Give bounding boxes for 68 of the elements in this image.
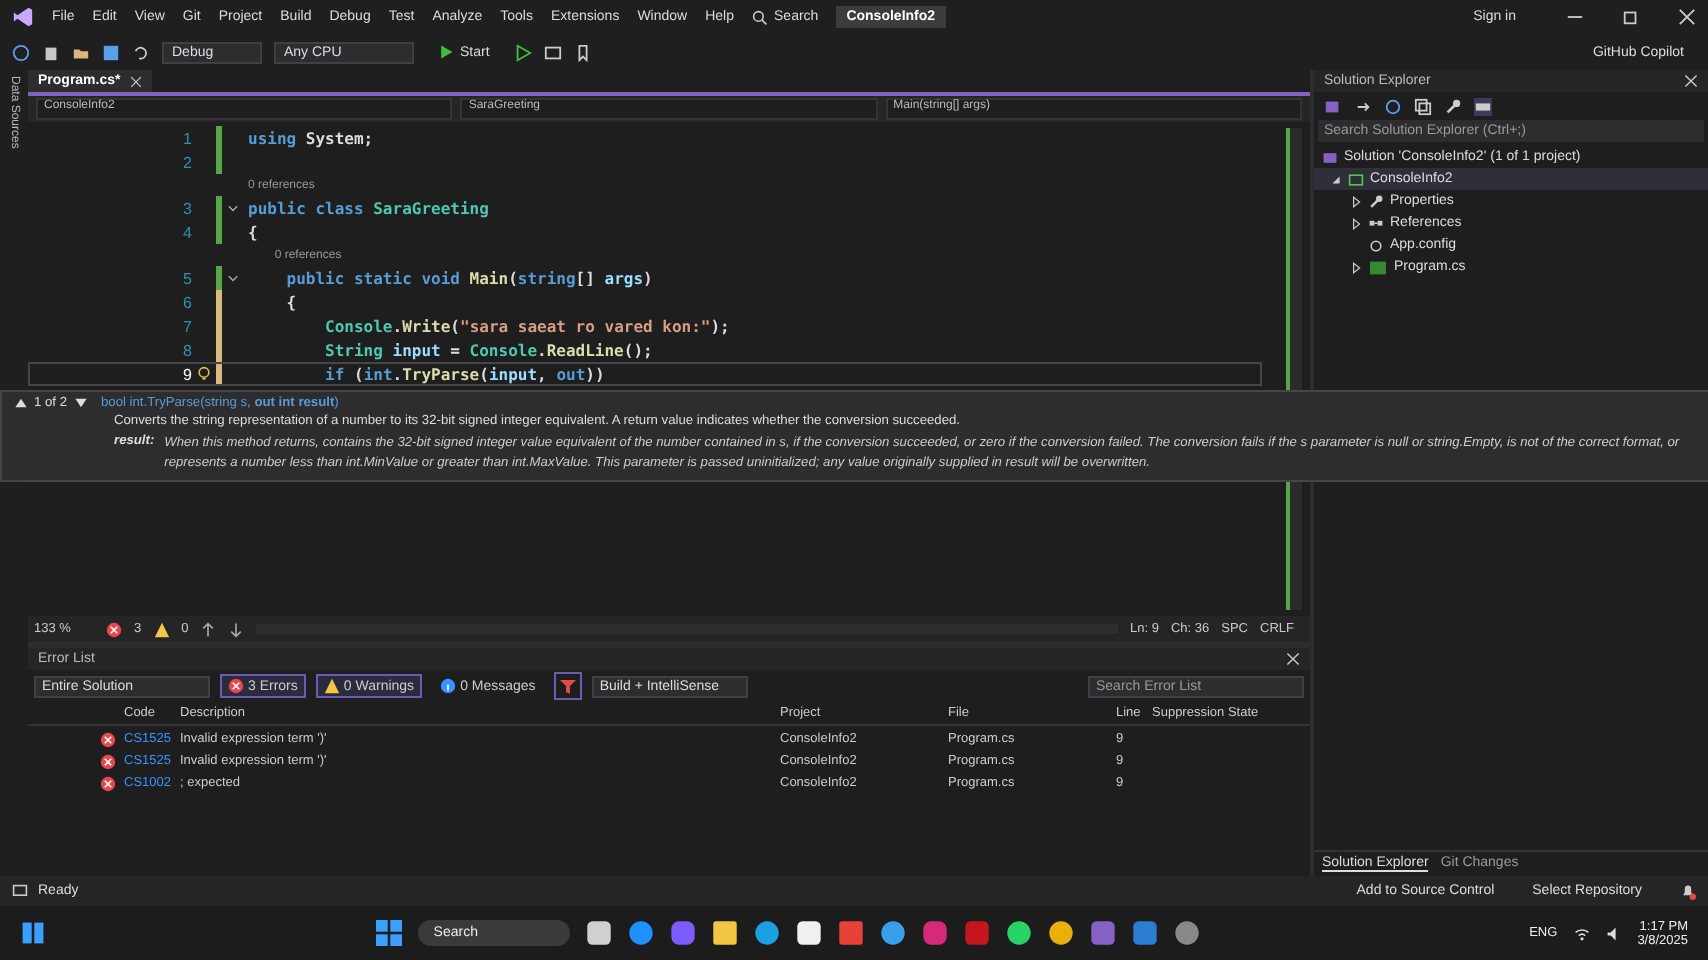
play-outline-icon[interactable]: [513, 43, 532, 61]
code-line: public class SaraGreeting: [248, 199, 489, 217]
expander-icon[interactable]: [1330, 173, 1342, 185]
line-number: 3: [183, 199, 192, 217]
expander-icon[interactable]: [1350, 261, 1362, 273]
error-icon: [228, 678, 244, 694]
close-icon[interactable]: [1684, 74, 1698, 88]
info-icon: [440, 678, 457, 694]
code-line: public static void Main(string[] args): [286, 269, 653, 287]
notification-bell-icon[interactable]: [1680, 883, 1696, 899]
up-arrow-icon[interactable]: [200, 621, 217, 637]
app-icon[interactable]: [753, 920, 780, 946]
code-line: String input = Console.ReadLine();: [325, 341, 653, 359]
references-icon: [1368, 215, 1384, 231]
speaker-icon[interactable]: [1605, 925, 1622, 941]
wrench-icon: [1368, 193, 1384, 209]
line-number: 4: [183, 223, 192, 241]
app-icon[interactable]: [711, 920, 738, 946]
csharp-file-icon: [1368, 259, 1388, 275]
restore-icon[interactable]: [1622, 8, 1640, 26]
close-icon[interactable]: [130, 75, 143, 87]
line-number: 8: [183, 341, 192, 359]
code-line: {: [286, 293, 297, 311]
line-number: 7: [183, 317, 192, 335]
open-folder-icon[interactable]: [72, 43, 90, 61]
line-number: 2: [183, 153, 192, 171]
down-arrow-icon[interactable]: [73, 396, 87, 410]
code-line: if (int.TryParse(input, out)): [325, 365, 605, 383]
warning-icon: [153, 621, 170, 637]
app-icon[interactable]: [1005, 920, 1032, 946]
app-icon[interactable]: [879, 920, 906, 946]
line-number: 5: [183, 269, 192, 287]
app-icon[interactable]: [795, 920, 822, 946]
copy-icon[interactable]: [1414, 97, 1432, 115]
close-icon[interactable]: [1678, 8, 1696, 26]
refresh-icon[interactable]: [1384, 97, 1402, 115]
error-icon: [106, 621, 122, 637]
message-icon: [12, 883, 28, 899]
save-icon[interactable]: [102, 43, 120, 61]
expander-icon[interactable]: [1350, 217, 1362, 229]
code-line: using System;: [248, 129, 374, 147]
project-icon: [1348, 171, 1364, 187]
bookmark-icon[interactable]: [573, 43, 592, 61]
vs-logo-icon: [12, 6, 34, 28]
up-arrow-icon[interactable]: [14, 396, 28, 410]
preview-icon[interactable]: [1474, 97, 1492, 115]
app-icon[interactable]: [1047, 920, 1074, 946]
down-arrow-icon[interactable]: [228, 621, 245, 637]
undo-icon[interactable]: [132, 43, 150, 61]
window-icon[interactable]: [543, 43, 562, 61]
line-number: 9: [183, 365, 192, 383]
close-icon[interactable]: [1286, 652, 1300, 666]
expander-icon[interactable]: [1350, 195, 1362, 207]
warning-icon: [323, 678, 340, 694]
code-line: Console.Write("sara saeat ro vared kon:");: [325, 317, 730, 335]
app-icon[interactable]: [585, 920, 612, 946]
line-number: 1: [183, 129, 192, 147]
lightbulb-icon[interactable]: [196, 366, 212, 382]
code-line: {: [248, 223, 258, 241]
wifi-icon[interactable]: [1573, 925, 1590, 941]
collapse-icon[interactable]: [226, 201, 240, 215]
line-number: 6: [183, 293, 192, 311]
windows-start-icon[interactable]: [375, 920, 402, 946]
collapse-icon[interactable]: [226, 271, 240, 285]
play-icon: [438, 44, 454, 60]
filter-icon[interactable]: [553, 672, 582, 700]
wrench-icon[interactable]: [1444, 97, 1462, 115]
search-icon: [752, 9, 769, 25]
